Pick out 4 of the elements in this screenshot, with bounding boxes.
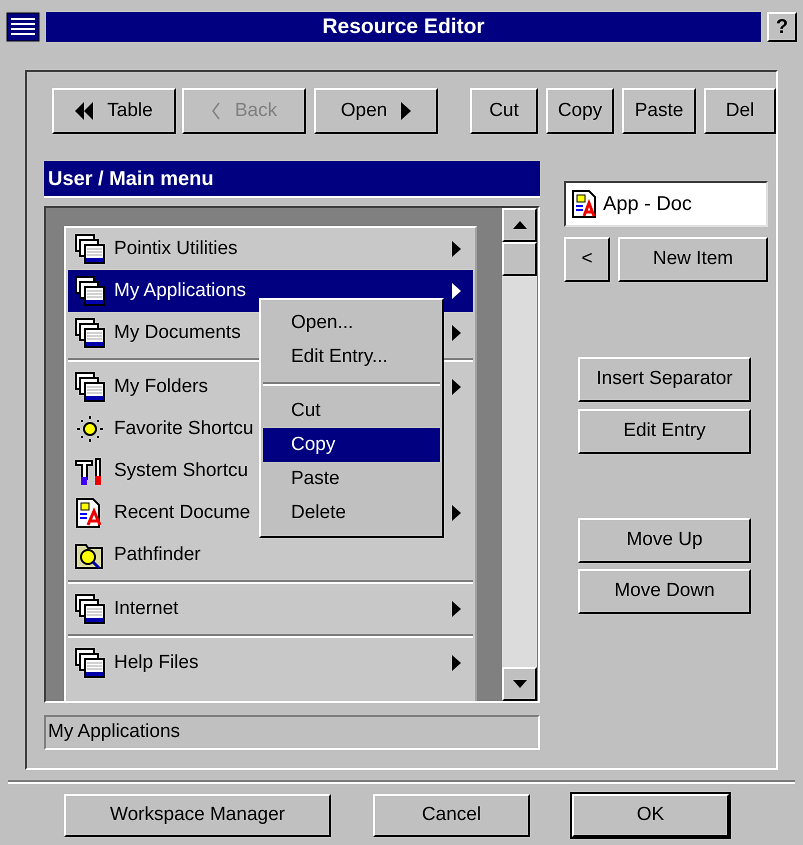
panel-title-text: User / Main menu xyxy=(48,166,214,192)
status-field: My Applications xyxy=(44,715,540,750)
entry-text: App - Doc xyxy=(603,192,692,217)
window-title: Resource Editor xyxy=(322,14,485,40)
